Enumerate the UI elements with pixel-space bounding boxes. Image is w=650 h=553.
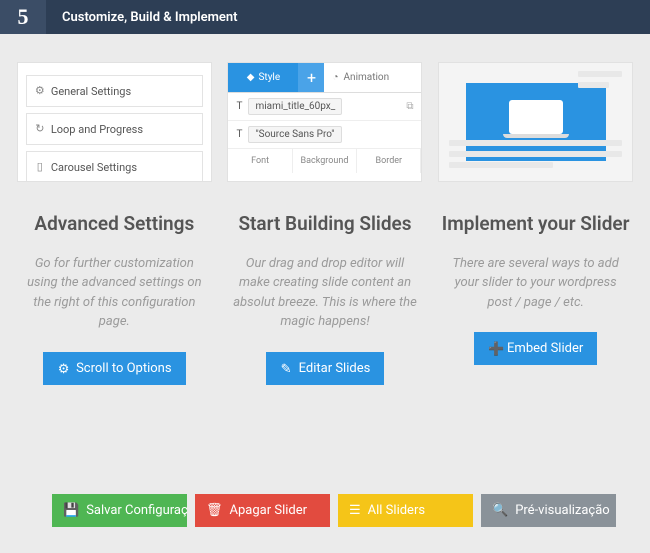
gear-icon: ⚙	[35, 86, 45, 96]
card-description: There are several ways to add your slide…	[438, 254, 633, 313]
card-title: Implement your Slider	[438, 212, 633, 236]
trash-icon: 🗑	[206, 503, 223, 518]
cards-row: ⚙ General Settings ↻ Loop and Progress ▯ Ca…	[0, 34, 650, 385]
button-label: All Sliders	[368, 503, 425, 518]
button-label: Salvar Configurações	[86, 503, 187, 518]
thumb-decoration	[449, 140, 622, 173]
subtab: Background	[293, 149, 357, 173]
clock-icon: ◔	[332, 72, 338, 83]
thumb-implement	[438, 62, 633, 182]
thumb-row: ▯ Carousel Settings	[26, 151, 203, 182]
card-description: Our drag and drop editor will make creat…	[227, 254, 422, 332]
drop-icon: ◆	[247, 72, 255, 83]
page-title: Customize, Build & Implement	[46, 10, 238, 25]
embed-slider-button[interactable]: ➕ Embed Slider	[474, 332, 597, 365]
tab-label: Animation	[344, 72, 390, 83]
thumb-decoration	[578, 71, 622, 93]
animation-tab: ◔ Animation	[324, 63, 421, 92]
button-label: Embed Slider	[507, 341, 583, 356]
plus-tab: +	[298, 63, 324, 92]
button-label: Scroll to Options	[76, 361, 172, 376]
delete-slider-button[interactable]: 🗑 Apagar Slider	[195, 494, 330, 527]
button-label: Editar Slides	[299, 361, 371, 376]
card-start-building: ◆Style + ◔Animation Tmiami_title_60px_⧉ …	[227, 62, 422, 385]
card-description: Go for further customization using the a…	[17, 254, 212, 332]
thumb-builder: ◆Style + ◔Animation Tmiami_title_60px_⧉ …	[227, 62, 422, 182]
thumb-row: ⚙ General Settings	[26, 75, 203, 107]
save-icon: 💾	[63, 503, 79, 518]
pencil-icon: ✎	[280, 362, 293, 375]
thumb-label: Carousel Settings	[51, 161, 137, 174]
loop-icon: ↻	[35, 124, 45, 134]
thumb-row: T "Source Sans Pro"	[228, 121, 421, 149]
list-icon: ☰	[349, 503, 361, 518]
gear-icon: ⚙	[57, 362, 70, 375]
all-sliders-button[interactable]: ☰ All Sliders	[338, 494, 473, 527]
thumb-label: Loop and Progress	[51, 123, 143, 136]
thumb-row: ↻ Loop and Progress	[26, 113, 203, 145]
carousel-icon: ▯	[35, 162, 45, 172]
save-button[interactable]: 💾 Salvar Configurações	[52, 494, 187, 527]
copy-icon: ⧉	[406, 101, 413, 112]
step-number: 5	[0, 0, 46, 34]
thumb-bottom-tabs: Font Background Border	[228, 149, 421, 173]
thumb-advanced: ⚙ General Settings ↻ Loop and Progress ▯ Ca…	[17, 62, 212, 182]
laptop-icon	[509, 100, 563, 134]
card-implement-slider: Implement your Slider There are several …	[438, 62, 633, 385]
button-label: Pré-visualização	[515, 503, 610, 518]
scroll-to-options-button[interactable]: ⚙ Scroll to Options	[43, 352, 186, 385]
footer-actions: 💾 Salvar Configurações 🗑 Apagar Slider ☰…	[52, 494, 650, 527]
tab-label: Style	[258, 72, 280, 83]
preview-button[interactable]: 🔍 Pré-visualização	[481, 494, 616, 527]
subtab: Font	[228, 149, 292, 173]
card-title: Start Building Slides	[227, 212, 422, 236]
step-header: 5 Customize, Build & Implement	[0, 0, 650, 34]
card-advanced-settings: ⚙ General Settings ↻ Loop and Progress ▯ Ca…	[17, 62, 212, 385]
edit-slides-button[interactable]: ✎ Editar Slides	[266, 352, 385, 385]
card-title: Advanced Settings	[17, 212, 212, 236]
search-icon: 🔍	[492, 503, 508, 518]
thumb-row: Tmiami_title_60px_ ⧉	[228, 93, 421, 121]
row-value: "Source Sans Pro"	[248, 126, 341, 143]
style-tab: ◆Style	[228, 63, 298, 92]
plus-circle-icon: ➕	[488, 342, 501, 355]
text-icon: T	[236, 129, 242, 140]
subtab: Border	[357, 149, 421, 173]
row-value: miami_title_60px_	[248, 98, 342, 115]
button-label: Apagar Slider	[230, 503, 308, 518]
thumb-label: General Settings	[51, 85, 131, 98]
text-icon: T	[236, 101, 242, 112]
